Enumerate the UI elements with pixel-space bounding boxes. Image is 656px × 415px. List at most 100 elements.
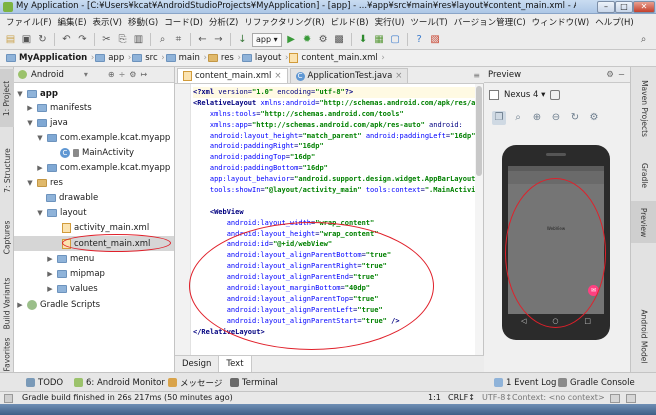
hector-icon[interactable] [626, 394, 636, 403]
build-icon[interactable]: ↓ [236, 33, 249, 46]
expand-arrow-icon[interactable]: ▶ [36, 164, 44, 172]
close-tab-icon[interactable]: × [395, 71, 402, 81]
close-tab-icon[interactable]: × [274, 71, 281, 81]
redo-icon[interactable]: ↷ [76, 33, 89, 46]
breadcrumb-project[interactable]: MyApplication [4, 53, 94, 63]
settings-icon[interactable]: ⚙ [587, 111, 601, 125]
menu-analyze[interactable]: 分析(Z) [206, 16, 241, 28]
hide-icon[interactable]: ↦ [140, 70, 147, 79]
menu-edit[interactable]: 編集(E) [55, 16, 90, 28]
context-indicator[interactable]: Context: <no context> [512, 393, 605, 402]
refresh-icon[interactable]: ↻ [568, 111, 582, 125]
expand-arrow-icon[interactable]: ▼ [36, 134, 44, 142]
profile-icon[interactable]: ▩ [333, 33, 346, 46]
code-line[interactable]: android:layout_height="match_parent" and… [193, 131, 481, 142]
expand-arrow-icon[interactable]: ▼ [26, 119, 34, 127]
folder-open-icon[interactable]: ▤ [4, 33, 17, 46]
tree-item-menu[interactable]: ▶ menu [46, 251, 94, 266]
line-separator-select[interactable]: CRLF↕ [448, 393, 475, 402]
copy-icon[interactable]: ⎘ [116, 33, 129, 46]
cut-icon[interactable]: ✂ [100, 33, 113, 46]
menu-file[interactable]: ファイル(F) [3, 16, 55, 28]
code-line[interactable]: <RelativeLayout xmlns:android="http://sc… [193, 98, 481, 109]
zoom-actual-icon[interactable]: ⌕ [511, 111, 525, 125]
tree-item-app[interactable]: ▼ app [16, 86, 58, 101]
tab-list-icon[interactable]: ≡ [473, 71, 480, 80]
toolwindow-terminal[interactable]: Terminal [230, 373, 278, 392]
preview-settings-icon[interactable]: ⚙ [606, 70, 614, 80]
code-line[interactable]: <WebView [193, 207, 481, 218]
menu-code[interactable]: コード(D) [161, 16, 206, 28]
code-line[interactable]: app:layout_behavior="android.support.des… [193, 174, 481, 185]
run-icon[interactable]: ▶ [285, 33, 298, 46]
minimize-button[interactable]: – [597, 1, 615, 13]
expand-arrow-icon[interactable]: ▶ [46, 285, 54, 293]
render-options-icon[interactable] [489, 90, 499, 100]
menu-navigate[interactable]: 移動(G) [125, 16, 161, 28]
expand-arrow-icon[interactable]: ▶ [16, 301, 24, 309]
debug-icon[interactable]: ✹ [301, 33, 314, 46]
menu-vcs[interactable]: バージョン管理(C) [451, 16, 529, 28]
close-button[interactable]: ✕ [633, 1, 655, 13]
tree-item-res[interactable]: ▼ res [26, 175, 63, 190]
expand-arrow-icon[interactable]: ▼ [26, 179, 34, 187]
tree-item-values[interactable]: ▶ values [46, 281, 97, 296]
expand-arrow-icon[interactable]: ▶ [26, 104, 34, 112]
code-line[interactable]: xmlns:tools="http://schemas.android.com/… [193, 109, 481, 120]
breadcrumb-app[interactable]: app [93, 53, 131, 63]
expand-arrow-icon[interactable]: ▶ [46, 255, 54, 263]
help-icon[interactable]: ? [413, 33, 426, 46]
back-icon[interactable]: ← [196, 33, 209, 46]
menu-build[interactable]: ビルド(B) [328, 16, 372, 28]
tree-item-activity-main[interactable]: activity_main.xml [62, 220, 149, 235]
breadcrumb-res[interactable]: res [206, 53, 241, 63]
tab-preview[interactable]: Preview [631, 201, 656, 243]
scroll-from-source-icon[interactable]: ÷ [119, 70, 126, 79]
forward-icon[interactable]: → [212, 33, 225, 46]
code-line[interactable]: <?xml version="1.0" encoding="utf-8"?> [193, 87, 481, 98]
settings-icon[interactable]: ⚙ [129, 70, 136, 79]
toolwindow-gradle-console[interactable]: Gradle Console [558, 373, 635, 392]
paste-icon[interactable]: ▥ [132, 33, 145, 46]
find-icon[interactable]: ⌕ [156, 33, 169, 46]
collapse-all-icon[interactable]: ⊕ [108, 70, 115, 79]
toolwindow-android-monitor[interactable]: 6: Android Monitor [74, 373, 165, 392]
tab-structure[interactable]: 7: Structure [0, 137, 14, 203]
encoding-select[interactable]: UTF-8↕ [482, 393, 512, 402]
preview-hide-icon[interactable]: − [618, 70, 625, 80]
device-select[interactable]: Nexus 4 ▾ [504, 90, 545, 100]
lock-icon[interactable] [610, 394, 620, 403]
attach-icon[interactable]: ⚙ [317, 33, 330, 46]
code-line[interactable]: xmlns:app="http://schemas.android.com/ap… [193, 120, 481, 131]
menu-refactor[interactable]: リファクタリング(R) [241, 16, 327, 28]
scrollbar-thumb[interactable] [476, 86, 482, 176]
menu-run[interactable]: 実行(U) [372, 16, 408, 28]
code-line[interactable]: android:paddingTop="16dp" [193, 152, 481, 163]
tree-item-java[interactable]: ▼ java [26, 115, 68, 130]
zoom-in-icon[interactable]: ⊕ [530, 111, 544, 125]
code-line[interactable]: android:paddingBottom="16dp" [193, 163, 481, 174]
caret-position[interactable]: 1:1 [428, 393, 441, 402]
tab-android-model[interactable]: Android Model [631, 303, 656, 369]
expand-arrow-icon[interactable]: ▶ [46, 270, 54, 278]
breadcrumb-src[interactable]: src [130, 53, 165, 63]
run-configuration-select[interactable]: app ▾ [252, 32, 282, 47]
tab-content-main[interactable]: content_main.xml × [177, 68, 288, 83]
device-monitor-icon[interactable]: ▧ [429, 33, 442, 46]
avd-manager-icon[interactable]: ▦ [373, 33, 386, 46]
android-device-icon[interactable]: ▢ [389, 33, 402, 46]
expand-arrow-icon[interactable]: ▼ [16, 90, 24, 98]
tab-gradle[interactable]: Gradle [631, 155, 656, 195]
tab-design[interactable]: Design [175, 356, 218, 372]
menu-window[interactable]: ウィンドウ(W) [529, 16, 593, 28]
tree-item-package-test[interactable]: ▶ com.example.kcat.myapp [36, 160, 170, 175]
breadcrumb-main[interactable]: main [164, 53, 207, 63]
view-mode-chevron-icon[interactable]: ▾ [84, 70, 88, 79]
menu-help[interactable]: ヘルプ(H) [592, 16, 637, 28]
tab-captures[interactable]: Captures [0, 215, 14, 259]
tree-item-package[interactable]: ▼ com.example.kcat.myapp [36, 130, 170, 145]
maximize-button[interactable]: □ [615, 1, 633, 13]
tab-text[interactable]: Text [218, 356, 252, 372]
tab-application-test[interactable]: C ApplicationTest.java × [289, 68, 409, 83]
project-view-select[interactable]: Android [31, 70, 64, 80]
